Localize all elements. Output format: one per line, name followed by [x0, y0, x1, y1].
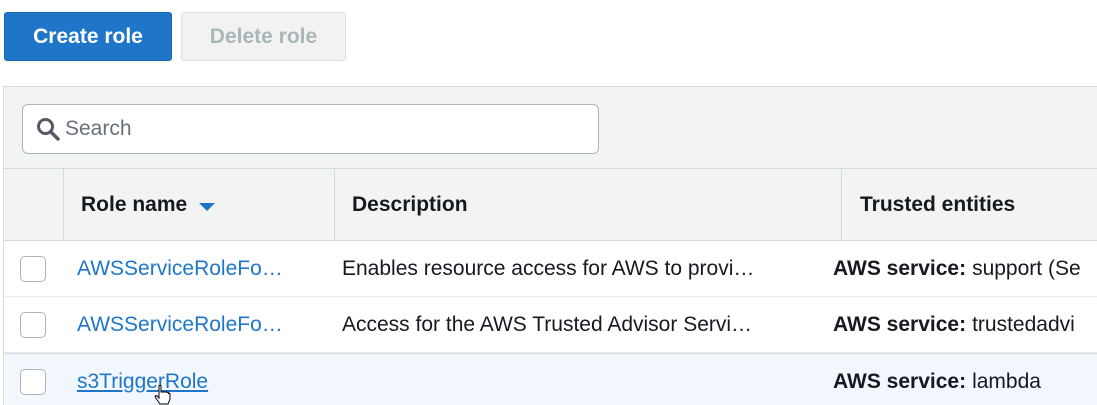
search-icon	[31, 112, 65, 146]
trusted-entity-label: AWS service:	[833, 257, 967, 280]
filter-bar	[4, 87, 1097, 169]
column-header-trusted-entities[interactable]: Trusted entities	[841, 169, 1097, 241]
sort-descending-icon[interactable]	[199, 202, 216, 211]
delete-role-button: Delete role	[181, 12, 346, 61]
table-row[interactable]: AWSServiceRoleFo… Access for the AWS Tru…	[4, 297, 1097, 353]
trusted-entity-value: trustedadvi	[972, 313, 1075, 336]
role-description: Enables resource access for AWS to provi…	[342, 257, 755, 280]
column-header-description[interactable]: Description	[334, 169, 841, 241]
row-checkbox[interactable]	[20, 369, 46, 395]
search-box[interactable]	[22, 104, 599, 154]
hand-pointer-cursor-icon	[154, 384, 171, 405]
column-label-trusted-entities: Trusted entities	[860, 193, 1016, 216]
roles-table: Role name Description Trusted entities A…	[3, 86, 1097, 405]
toolbar: Create role Delete role	[0, 0, 1097, 86]
column-label-role-name: Role name	[81, 193, 188, 216]
row-checkbox[interactable]	[20, 312, 46, 338]
trusted-entity-label: AWS service:	[833, 313, 967, 336]
trusted-entity-value: lambda	[972, 370, 1041, 393]
table-header: Role name Description Trusted entities	[4, 169, 1097, 241]
role-name-link[interactable]: AWSServiceRoleFo…	[77, 257, 283, 281]
table-row[interactable]: AWSServiceRoleFo… Enables resource acces…	[4, 241, 1097, 297]
column-header-role-name[interactable]: Role name	[63, 169, 334, 241]
trusted-entity-value: support (Se	[972, 257, 1081, 280]
row-checkbox[interactable]	[20, 256, 46, 282]
role-name-link[interactable]: s3TriggerRole	[77, 370, 208, 394]
create-role-button[interactable]: Create role	[4, 12, 172, 61]
role-name-link[interactable]: AWSServiceRoleFo…	[77, 313, 283, 337]
search-input[interactable]	[65, 109, 585, 149]
column-label-description: Description	[352, 193, 468, 216]
trusted-entity-label: AWS service:	[833, 370, 967, 393]
header-select-column	[4, 169, 63, 241]
role-description: Access for the AWS Trusted Advisor Servi…	[342, 313, 753, 336]
